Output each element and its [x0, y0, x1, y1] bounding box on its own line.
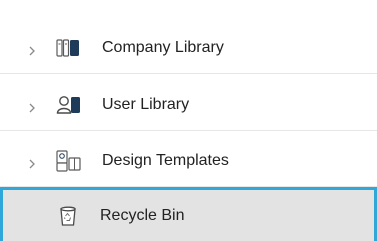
company-library-icon — [56, 37, 82, 59]
tree-item-label: Recycle Bin — [100, 206, 185, 224]
tree-item-company-library[interactable]: Company Library — [0, 22, 377, 74]
tree-item-user-library[interactable]: User Library — [0, 79, 377, 131]
tree-item-label: Design Templates — [102, 151, 229, 169]
user-library-icon — [56, 94, 82, 116]
design-templates-icon — [56, 149, 82, 172]
tree-item-label: Company Library — [102, 38, 224, 56]
tree-item-design-templates[interactable]: Design Templates — [0, 135, 377, 187]
recycle-bin-icon — [55, 205, 81, 227]
library-tree: Company Library User Library Design Temp… — [0, 0, 377, 241]
tree-item-label: User Library — [102, 95, 190, 113]
chevron-right-icon[interactable] — [27, 100, 37, 112]
tree-item-recycle-bin[interactable]: Recycle Bin — [0, 187, 377, 241]
chevron-right-icon[interactable] — [27, 156, 37, 168]
chevron-right-icon[interactable] — [27, 43, 37, 55]
